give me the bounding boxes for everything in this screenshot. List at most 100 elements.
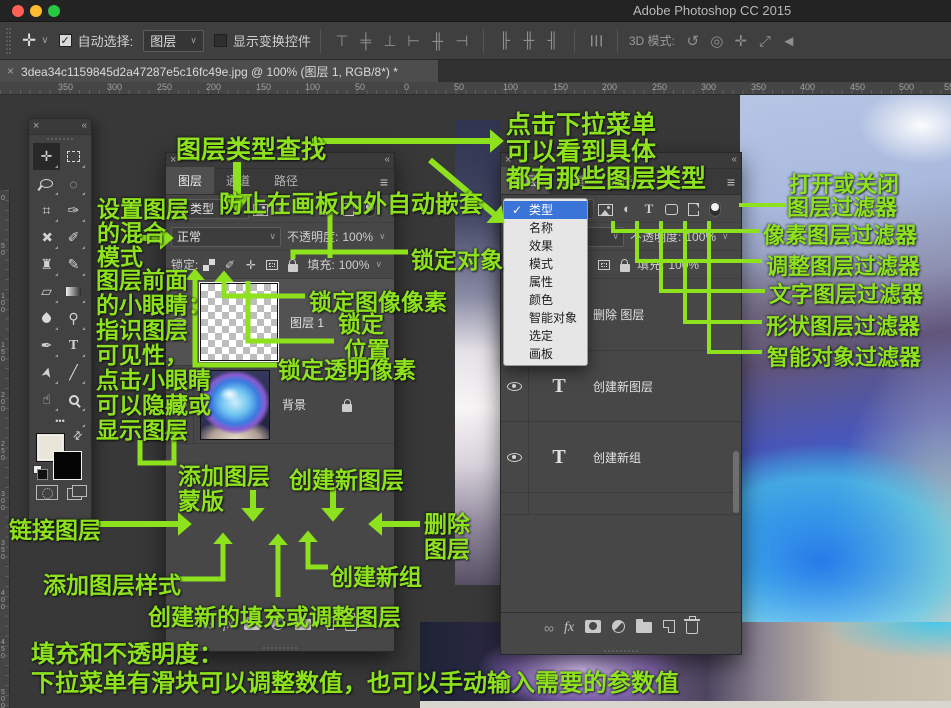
new-layer-button[interactable] (663, 620, 675, 636)
tab-paths[interactable]: 路径 (597, 167, 645, 194)
3d-roll-icon[interactable]: ◎ (705, 32, 729, 50)
tool-preset-chevron-icon[interactable]: ∨ (41, 35, 48, 46)
auto-align-icon[interactable]: ☰ (587, 29, 605, 53)
distribute-left-icon[interactable]: ╟ (493, 32, 517, 49)
path-select-tool[interactable]: ➤ (33, 359, 60, 386)
distribute-right-icon[interactable]: ╢ (541, 32, 565, 49)
add-mask-button[interactable] (244, 617, 260, 633)
layer-thumbnail[interactable] (200, 283, 278, 361)
more-tools[interactable]: ••• (33, 413, 87, 429)
line-tool[interactable]: ╱ (60, 359, 87, 386)
healing-brush-tool[interactable]: ✚ (33, 224, 60, 251)
pixel-filter-icon[interactable] (594, 201, 616, 216)
tab-channels[interactable]: 通道 (549, 167, 597, 194)
marquee-tool[interactable] (60, 143, 87, 170)
align-right-icon[interactable]: ⊣ (450, 32, 474, 50)
canvas-photo-strip[interactable] (455, 120, 500, 585)
eye-column[interactable] (166, 279, 194, 365)
menu-item-效果[interactable]: 效果 (504, 237, 587, 255)
layer-name[interactable]: 背景 (282, 396, 306, 413)
gradient-tool[interactable] (60, 278, 87, 305)
link-layers-button[interactable]: ∞ (544, 620, 553, 636)
lasso-tool[interactable] (33, 170, 60, 197)
filter-type-dropdown[interactable]: 类型 ∨ (171, 199, 249, 219)
close-icon[interactable]: × (170, 154, 176, 166)
menu-item-颜色[interactable]: 颜色 (504, 291, 587, 309)
lock-artboard-icon[interactable] (593, 258, 614, 272)
align-hcenter-icon[interactable]: ╫ (426, 33, 450, 50)
layer-style-button[interactable]: fx (564, 620, 574, 636)
layer-name[interactable]: 删除 图层 (593, 306, 644, 323)
horizontal-ruler[interactable]: 3503002502001501005005010015020025030035… (0, 82, 951, 95)
link-layers-button[interactable]: ∞ (203, 617, 212, 633)
eye-column[interactable] (166, 366, 194, 443)
eye-icon[interactable] (172, 400, 187, 409)
tab-channels[interactable]: 通道 (214, 167, 262, 194)
background-color-swatch[interactable] (53, 451, 82, 480)
pixel-filter-icon[interactable] (249, 201, 271, 216)
collapse-icon[interactable]: « (81, 120, 87, 131)
close-icon[interactable]: × (33, 120, 39, 132)
lock-position-icon[interactable]: ✛ (240, 258, 261, 272)
move-tool-icon[interactable]: ✛ (22, 31, 36, 51)
add-mask-button[interactable] (585, 620, 601, 636)
auto-select-target-dropdown[interactable]: 图层 ∨ (143, 30, 204, 52)
brush-tool[interactable]: ✐ (60, 224, 87, 251)
collapse-icon[interactable]: « (384, 154, 390, 165)
3d-camera-icon[interactable]: ◄ (777, 33, 801, 50)
delete-layer-button[interactable] (345, 615, 357, 634)
move-tool[interactable]: ✛ (33, 143, 60, 170)
clone-stamp-tool[interactable]: ♜ (33, 251, 60, 278)
new-group-button[interactable] (295, 616, 311, 633)
distribute-center-icon[interactable]: ╫ (517, 32, 541, 49)
adjustment-layer-button[interactable] (612, 620, 625, 636)
menu-item-类型[interactable]: ✓类型 (504, 201, 587, 219)
maximize-window-button[interactable] (48, 5, 60, 17)
menu-item-属性[interactable]: 属性 (504, 273, 587, 291)
layer-row-layer1[interactable]: 图层 1 (166, 279, 394, 366)
chevron-down-icon[interactable]: ∨ (722, 231, 729, 242)
align-top-icon[interactable]: ⊤ (330, 32, 354, 50)
menu-item-智能对象[interactable]: 智能对象 (504, 309, 587, 327)
type-tool[interactable]: T (60, 332, 87, 359)
document-tab[interactable]: × 3dea34c1159845d2a47287e5c16fc49e.jpg @… (0, 60, 438, 82)
3d-pan-icon[interactable]: ✛ (729, 32, 753, 50)
quick-mask-button[interactable] (36, 485, 58, 500)
close-document-icon[interactable]: × (0, 64, 21, 78)
shape-filter-icon[interactable] (660, 201, 682, 216)
eye-icon[interactable] (172, 318, 187, 327)
layer-name[interactable]: 创建新图层 (593, 378, 653, 395)
align-left-icon[interactable]: ⊢ (402, 32, 426, 50)
chevron-down-icon[interactable]: ∨ (375, 259, 382, 270)
layer-row-newgroup[interactable]: T 创建新组 (501, 422, 741, 493)
blur-tool[interactable] (33, 305, 60, 332)
fill-value[interactable]: 100% (339, 258, 370, 272)
tab-layers[interactable]: 图层 (501, 167, 549, 194)
canvas-photo-right[interactable] (740, 95, 951, 708)
layer-filter-toggle[interactable] (704, 200, 726, 217)
collapse-icon[interactable]: « (731, 154, 737, 165)
lock-transparent-icon[interactable] (198, 258, 219, 272)
panel-resize-grip[interactable] (263, 647, 297, 649)
eye-icon[interactable] (507, 382, 522, 391)
hand-tool[interactable]: ☝ (33, 386, 60, 413)
panel-resize-grip[interactable] (604, 650, 638, 652)
layer-name[interactable]: 图层 1 (290, 314, 324, 331)
adjustment-layer-button[interactable] (271, 617, 284, 633)
close-window-button[interactable] (12, 5, 24, 17)
3d-orbit-icon[interactable]: ↺ (681, 32, 705, 50)
new-layer-button[interactable] (322, 617, 334, 633)
crop-tool[interactable]: ⌗ (33, 197, 60, 224)
eraser-tool[interactable]: ▱ (33, 278, 60, 305)
chevron-down-icon[interactable]: ∨ (379, 231, 386, 242)
layer-thumbnail[interactable] (200, 370, 270, 440)
chevron-down-icon[interactable]: ∨ (705, 259, 712, 270)
menu-item-名称[interactable]: 名称 (504, 219, 587, 237)
zoom-tool[interactable] (60, 386, 87, 413)
panel-menu-icon[interactable]: ≡ (727, 174, 735, 190)
layer-style-button[interactable]: fx (223, 617, 233, 633)
lock-all-icon[interactable] (282, 257, 303, 271)
pen-tool[interactable]: ✒ (33, 332, 60, 359)
delete-layer-button[interactable] (686, 618, 698, 637)
eyedropper-tool[interactable]: ✑ (60, 197, 87, 224)
